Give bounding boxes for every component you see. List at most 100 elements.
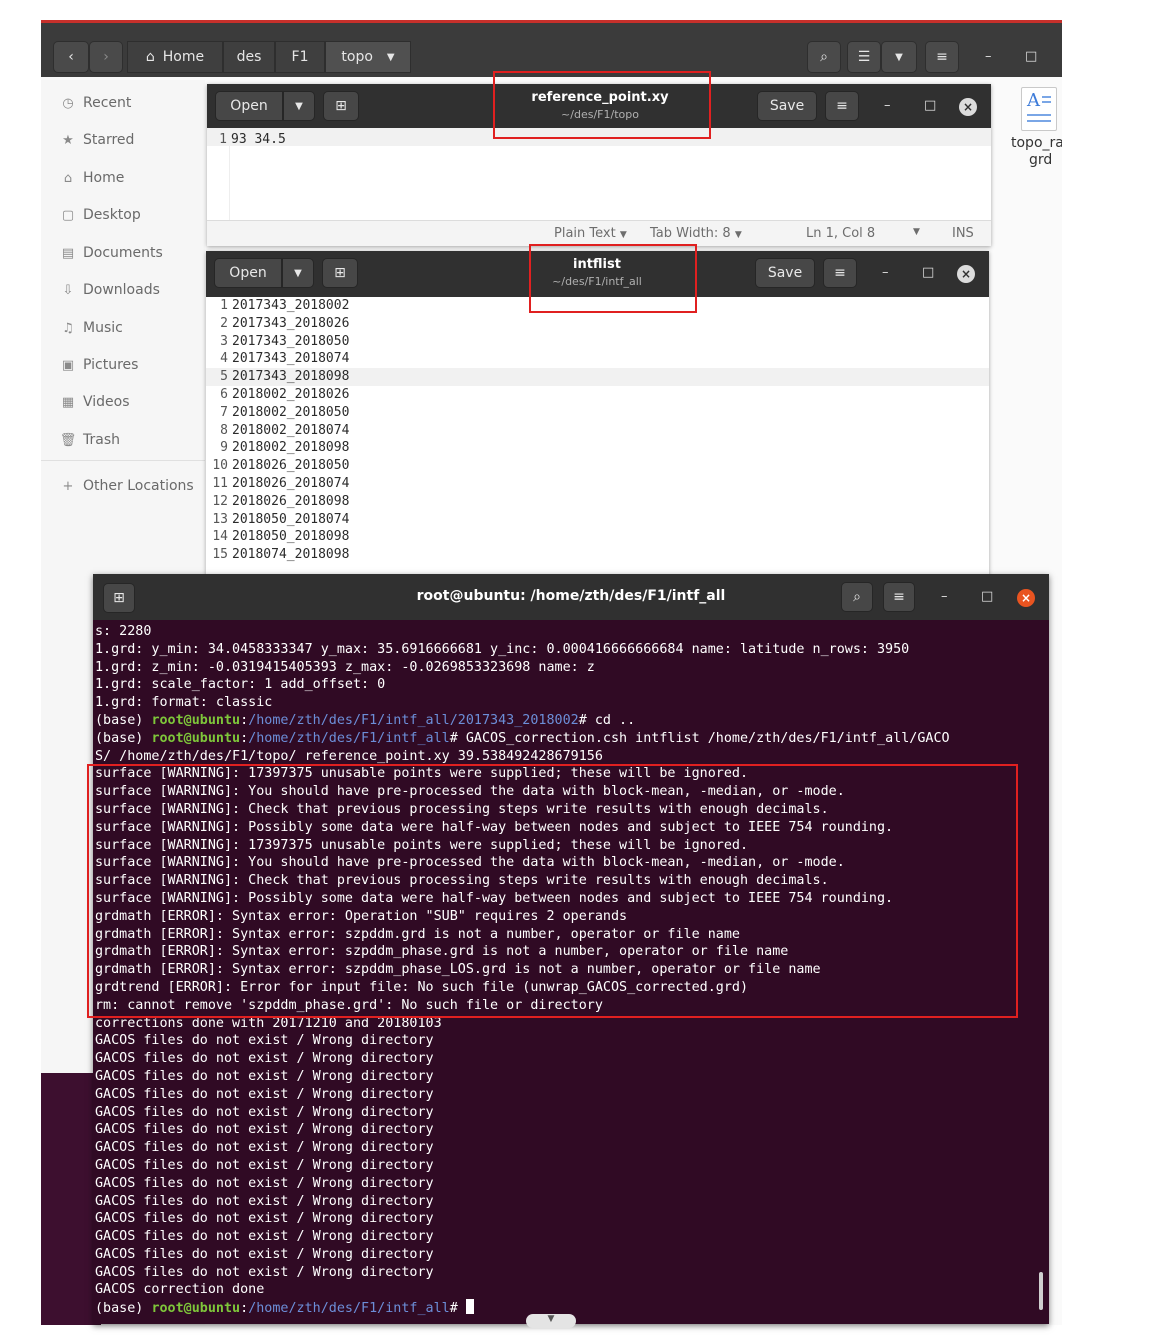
output-text: GACOS files do not exist / Wrong directo… (95, 1211, 434, 1227)
sidebar-item-recent[interactable]: ◷ Recent (59, 92, 131, 114)
output-text: GACOS files do not exist / Wrong directo… (95, 1051, 434, 1067)
close-icon[interactable]: × (1017, 589, 1035, 607)
save-button[interactable]: Save (755, 258, 815, 288)
editor-line: 9 2018002_2018098 (220, 440, 350, 456)
file-item-topo[interactable]: A topo_ra grd (1003, 87, 1062, 177)
editor-line: 2 2017343_2018026 (220, 315, 350, 331)
output-text: GACOS correction done (95, 1282, 265, 1298)
sidebar-item-pictures[interactable]: ▣ Pictures (59, 354, 139, 376)
prompt-env: (base) (95, 712, 152, 728)
output-text: GACOS files do not exist / Wrong directo… (95, 1140, 434, 1156)
language-selector[interactable]: Plain Text ▼ (554, 226, 627, 241)
menu-button[interactable]: ≡ (925, 41, 959, 73)
terminal-scrollbar[interactable] (1039, 1272, 1043, 1310)
prompt-separator: : (240, 730, 249, 746)
caret-down-icon[interactable]: ▼ (913, 227, 920, 237)
menu-button[interactable]: ≡ (823, 258, 857, 288)
music-icon: ♫ (62, 320, 74, 336)
output-text: 1.grd: format: classic (95, 695, 273, 711)
close-icon[interactable]: × (957, 265, 975, 283)
prompt-separator: : (240, 1301, 249, 1317)
prompt-user: root@ubuntu (151, 712, 241, 728)
breadcrumb-des[interactable]: des (223, 41, 275, 73)
sidebar-item-home[interactable]: ⌂ Home (59, 167, 124, 189)
search-button[interactable]: ⌕ (841, 582, 873, 612)
maximize-icon[interactable]: □ (922, 265, 934, 280)
output-text: GACOS files do not exist / Wrong directo… (95, 1157, 434, 1173)
sidebar-item-trash[interactable]: 🗑 Trash (59, 429, 120, 451)
terminal-line: GACOS files do not exist / Wrong directo… (95, 1104, 1045, 1122)
open-menu-button[interactable]: ▼ (282, 258, 314, 288)
sidebar-item-videos[interactable]: ▦ Videos (59, 391, 130, 413)
editor-line: 12 2018026_2018098 (212, 493, 350, 509)
breadcrumb-f1[interactable]: F1 (275, 41, 325, 73)
open-button[interactable]: Open (215, 91, 283, 121)
menu-button[interactable]: ≡ (825, 91, 859, 121)
trash-icon: 🗑 (59, 432, 77, 448)
terminal-line: GACOS files do not exist / Wrong directo… (95, 1210, 1045, 1228)
hamburger-icon: ≡ (836, 98, 848, 114)
scroll-down-icon[interactable]: ▼ (526, 1314, 576, 1328)
sidebar-item-desktop[interactable]: ▢ Desktop (59, 204, 141, 226)
desktop-background (41, 1073, 101, 1325)
terminal-line: GACOS files do not exist / Wrong directo… (95, 1175, 1045, 1193)
home-icon: ⌂ (63, 170, 73, 186)
editor-line: 10 2018026_2018050 (212, 458, 350, 474)
terminal-line: GACOS files do not exist / Wrong directo… (95, 1032, 1045, 1050)
file-item-label-ext: grd (1029, 152, 1053, 168)
hamburger-icon: ≡ (834, 265, 846, 281)
breadcrumb-home[interactable]: ⌂ Home (127, 41, 223, 73)
editor-line: 8 2018002_2018074 (220, 422, 350, 438)
terminal-line: GACOS files do not exist / Wrong directo… (95, 1068, 1045, 1086)
terminal-line: 1.grd: y_min: 34.0458333347 y_max: 35.69… (95, 641, 1045, 659)
menu-button[interactable]: ≡ (883, 582, 915, 612)
terminal-line: GACOS files do not exist / Wrong directo… (95, 1228, 1045, 1246)
new-tab-button[interactable]: ⊞ (103, 583, 135, 613)
new-tab-button[interactable]: ⊞ (323, 91, 359, 121)
terminal-line: 1.grd: format: classic (95, 694, 1045, 712)
minimize-icon[interactable]: – (882, 265, 889, 280)
highlight-box-errors (87, 764, 1018, 1018)
new-tab-button[interactable]: ⊞ (322, 258, 358, 288)
output-text: GACOS files do not exist / Wrong directo… (95, 1086, 434, 1102)
editor-line: 11 2018026_2018074 (212, 476, 350, 491)
sidebar-item-music[interactable]: ♫ Music (59, 317, 123, 339)
sidebar-item-downloads[interactable]: ⇩ Downloads (59, 279, 160, 301)
back-button[interactable]: ‹ (53, 41, 89, 73)
forward-button[interactable]: › (89, 41, 123, 73)
open-button[interactable]: Open (214, 258, 282, 288)
clock-icon: ◷ (62, 95, 74, 111)
download-icon: ⇩ (62, 282, 74, 298)
save-button[interactable]: Save (757, 91, 817, 121)
minimize-icon[interactable]: – (941, 589, 948, 604)
terminal-title: root@ubuntu: /home/zth/des/F1/intf_all (416, 588, 726, 604)
open-menu-button[interactable]: ▼ (283, 91, 315, 121)
maximize-icon[interactable]: □ (981, 589, 993, 604)
chevron-right-icon: › (103, 49, 109, 65)
sidebar-divider (41, 460, 205, 461)
caret-down-icon: ▼ (734, 230, 742, 240)
tab-width-selector[interactable]: Tab Width: 8 ▼ (650, 226, 742, 241)
terminal-line: 1.grd: z_min: -0.0319415405393 z_max: -0… (95, 659, 1045, 677)
gutter-border (229, 146, 230, 220)
star-icon: ★ (62, 132, 74, 148)
output-text: GACOS files do not exist / Wrong directo… (95, 1122, 434, 1138)
terminal-cursor (465, 1299, 474, 1315)
breadcrumb-topo[interactable]: topo ▼ (325, 41, 411, 73)
search-button[interactable]: ⌕ (807, 41, 841, 73)
sidebar-item-documents[interactable]: ▤ Documents (59, 242, 163, 264)
terminal-line: GACOS files do not exist / Wrong directo… (95, 1157, 1045, 1175)
sidebar-item-other-locations[interactable]: + Other Locations (59, 475, 194, 497)
cursor-position[interactable]: Ln 1, Col 8 (806, 226, 875, 241)
minimize-icon[interactable]: – (884, 98, 891, 113)
sidebar-item-starred[interactable]: ★ Starred (59, 129, 134, 151)
terminal-line: GACOS files do not exist / Wrong directo… (95, 1193, 1045, 1211)
editor-line: 15 2018074_2018098 (212, 547, 350, 563)
minimize-icon[interactable]: – (985, 49, 992, 64)
close-icon[interactable]: × (959, 98, 977, 116)
maximize-icon[interactable]: □ (1025, 49, 1037, 64)
output-text: 1.grd: scale_factor: 1 add_offset: 0 (95, 677, 386, 693)
view-options-button[interactable]: ▼ (881, 41, 917, 73)
maximize-icon[interactable]: □ (924, 98, 936, 113)
list-view-button[interactable]: ☰ (847, 41, 881, 73)
